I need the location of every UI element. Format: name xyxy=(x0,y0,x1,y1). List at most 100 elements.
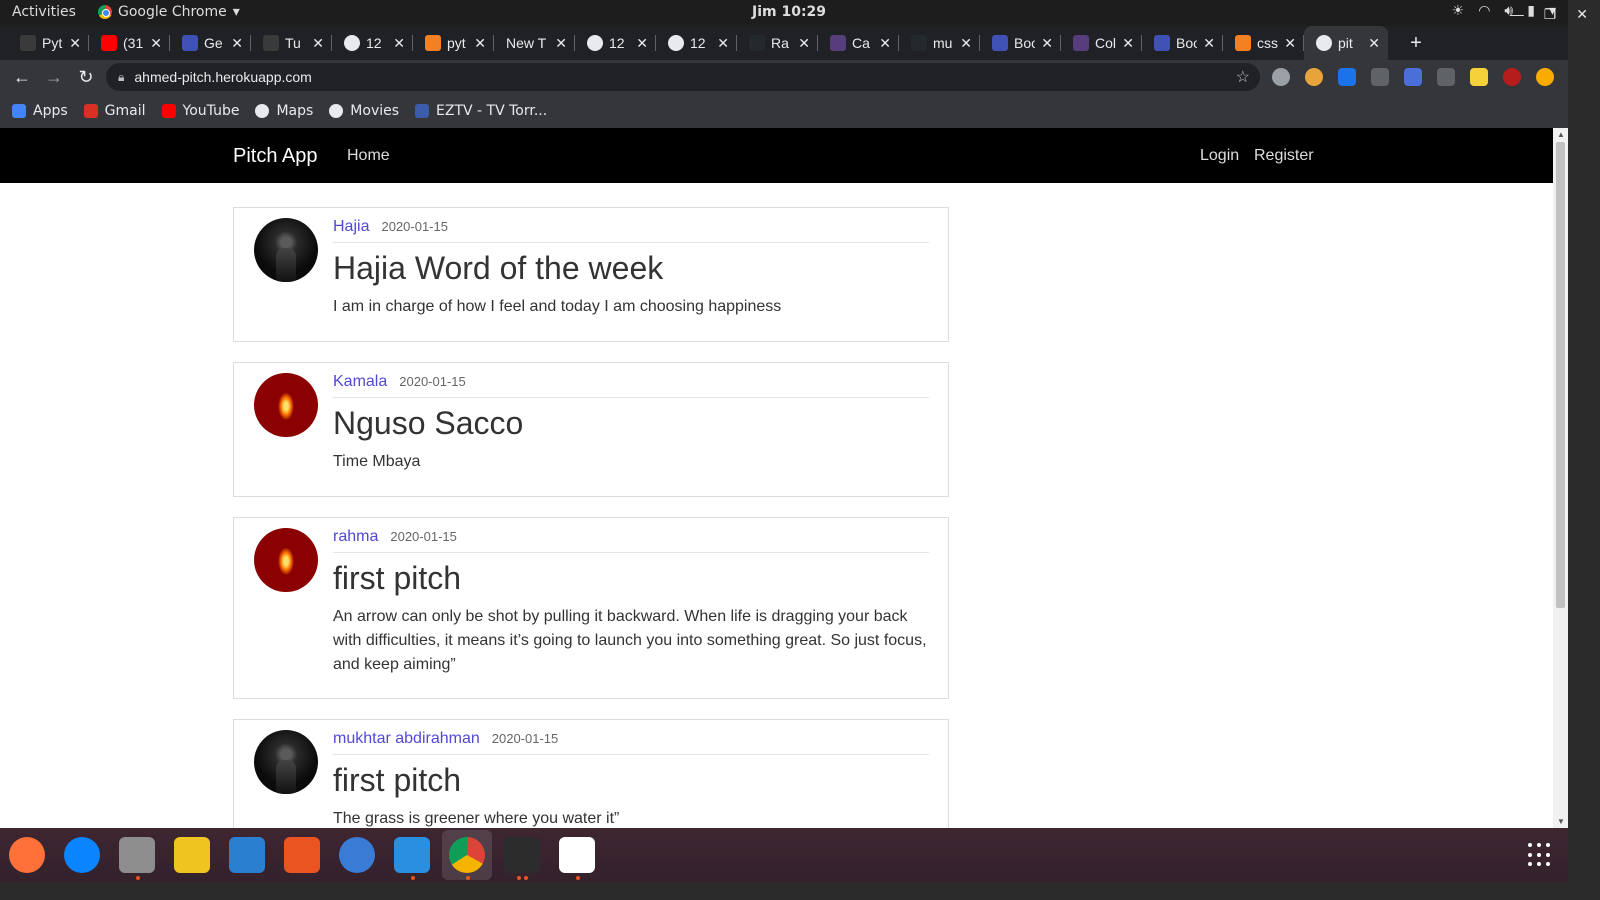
nav-home-link[interactable]: Home xyxy=(347,147,390,165)
tab-close-icon[interactable]: ✕ xyxy=(1284,35,1296,52)
browser-tab[interactable]: Tu ✕ xyxy=(251,26,332,60)
slack-icon[interactable] xyxy=(558,836,596,874)
browser-tab[interactable]: 12 ✕ xyxy=(332,26,413,60)
files-icon[interactable] xyxy=(118,836,156,874)
tab-close-icon[interactable]: ✕ xyxy=(1041,35,1053,52)
author-link[interactable]: Kamala xyxy=(333,373,387,391)
url-text[interactable]: ahmed-pitch.herokuapp.com xyxy=(134,69,311,85)
browser-tab[interactable]: pit ✕ xyxy=(1304,26,1388,60)
activities-button[interactable]: Activities xyxy=(12,4,76,20)
close-icon[interactable]: ✕ xyxy=(1576,6,1588,23)
browser-tab[interactable]: Boots ✕ xyxy=(980,26,1061,60)
github-icon xyxy=(749,35,765,51)
browser-tab[interactable]: pyt ✕ xyxy=(413,26,494,60)
vscode-icon[interactable] xyxy=(393,836,431,874)
show-applications-icon[interactable] xyxy=(1528,843,1552,867)
tab-close-icon[interactable]: ✕ xyxy=(1368,35,1380,52)
extension-icon[interactable] xyxy=(1371,68,1389,86)
bookmark-item[interactable]: Maps xyxy=(255,103,313,119)
weather-icon[interactable]: ☀ xyxy=(1452,3,1465,19)
bookmark-item[interactable]: YouTube xyxy=(161,103,239,119)
python-icon[interactable] xyxy=(1470,68,1488,86)
browser-tab[interactable]: css - B ✕ xyxy=(1223,26,1304,60)
browser-tab[interactable]: 12 ✕ xyxy=(575,26,656,60)
forward-arrow-icon[interactable]: → xyxy=(38,67,70,88)
tab-close-icon[interactable]: ✕ xyxy=(798,35,810,52)
address-bar[interactable]: 🔒︎ ahmed-pitch.herokuapp.com ☆ xyxy=(106,63,1260,91)
tab-close-icon[interactable]: ✕ xyxy=(1122,35,1134,52)
flask-icon xyxy=(20,35,36,51)
minimize-icon[interactable]: — xyxy=(1510,6,1524,23)
tab-close-icon[interactable]: ✕ xyxy=(150,35,162,52)
clock[interactable]: Jim 10:29 xyxy=(752,4,826,20)
tab-close-icon[interactable]: ✕ xyxy=(231,35,243,52)
gmail-icon xyxy=(83,104,98,118)
vscode-icon-glyph xyxy=(394,837,430,873)
scroll-up-icon[interactable]: ▲ xyxy=(1557,130,1565,139)
restore-icon[interactable]: ❐ xyxy=(1544,6,1557,23)
bookmark-item[interactable]: Gmail xyxy=(83,103,146,119)
tab-close-icon[interactable]: ✕ xyxy=(312,35,324,52)
tab-close-icon[interactable]: ✕ xyxy=(717,35,729,52)
translate-icon[interactable] xyxy=(1404,68,1422,86)
tab-close-icon[interactable]: ✕ xyxy=(636,35,648,52)
terminal-icon[interactable] xyxy=(503,836,541,874)
browser-tab[interactable]: Boots ✕ xyxy=(1142,26,1223,60)
youtube-icon xyxy=(161,104,176,118)
extension-icon[interactable] xyxy=(1437,68,1455,86)
tab-close-icon[interactable]: ✕ xyxy=(960,35,972,52)
bookmark-item[interactable]: EZTV - TV Torr... xyxy=(415,103,547,119)
software-center-icon[interactable] xyxy=(283,836,321,874)
update-icon[interactable] xyxy=(1536,68,1554,86)
nav-register-link[interactable]: Register xyxy=(1254,147,1314,165)
back-arrow-icon[interactable]: ← xyxy=(6,67,38,88)
page-scrollbar[interactable]: ▲ ▼ xyxy=(1553,128,1568,828)
thunderbird-icon-glyph xyxy=(64,837,100,873)
browser-tab[interactable]: 12 ✕ xyxy=(656,26,737,60)
author-link[interactable]: mukhtar abdirahman xyxy=(333,730,480,748)
bookmark-star-icon[interactable]: ☆ xyxy=(1236,67,1250,87)
author-link[interactable]: rahma xyxy=(333,528,378,546)
help-icon[interactable] xyxy=(338,836,376,874)
rhythmbox-icon[interactable] xyxy=(173,836,211,874)
tab-close-icon[interactable]: ✕ xyxy=(1203,35,1215,52)
tab-close-icon[interactable]: ✕ xyxy=(393,35,405,52)
scroll-down-icon[interactable]: ▼ xyxy=(1557,817,1565,826)
extension-icon[interactable] xyxy=(1272,68,1290,86)
wifi-icon[interactable]: ◠ xyxy=(1478,3,1490,19)
browser-tab[interactable]: mu ✕ xyxy=(899,26,980,60)
tab-close-icon[interactable]: ✕ xyxy=(879,35,891,52)
browser-tab[interactable]: (31 ✕ xyxy=(89,26,170,60)
tab-close-icon[interactable]: ✕ xyxy=(69,35,81,52)
browser-tab[interactable]: Pyt ✕ xyxy=(8,26,89,60)
nav-login-link[interactable]: Login xyxy=(1200,147,1239,165)
new-tab-icon[interactable]: + xyxy=(1402,32,1430,55)
browser-tab[interactable]: Ca ✕ xyxy=(818,26,899,60)
browser-tab[interactable]: Colors ✕ xyxy=(1061,26,1142,60)
browser-tab[interactable]: Ra ✕ xyxy=(737,26,818,60)
reload-icon[interactable]: ↻ xyxy=(70,67,102,88)
author-link[interactable]: Hajia xyxy=(333,218,369,236)
lock-icon[interactable]: 🔒︎ xyxy=(118,70,124,85)
extension-icon[interactable] xyxy=(1338,68,1356,86)
bookmark-item[interactable]: Movies xyxy=(329,103,399,119)
browser-tab[interactable]: Ge ✕ xyxy=(170,26,251,60)
pitch-card: rahma 2020-01-15 first pitch An arrow can o… xyxy=(233,517,949,699)
tab-close-icon[interactable]: ✕ xyxy=(474,35,486,52)
tab-close-icon[interactable]: ✕ xyxy=(555,35,567,52)
thunderbird-icon[interactable] xyxy=(63,836,101,874)
chrome-icon[interactable] xyxy=(442,830,492,880)
site-brand[interactable]: Pitch App xyxy=(233,145,318,168)
stackoverflow-icon xyxy=(1235,35,1251,51)
firefox-icon[interactable] xyxy=(8,836,46,874)
app-menu[interactable]: Google Chrome ▾ xyxy=(98,4,240,20)
pitch-content: Hajia 2020-01-15 Hajia Word of the week I a… xyxy=(333,218,929,319)
eztv-icon xyxy=(415,104,430,118)
profile-avatar[interactable] xyxy=(1503,68,1521,86)
browser-tab[interactable]: New T ✕ xyxy=(494,26,575,60)
bookmark-item[interactable]: Apps xyxy=(12,103,68,119)
scrollbar-thumb[interactable] xyxy=(1556,142,1565,608)
extension-icon[interactable] xyxy=(1305,68,1323,86)
libreoffice-writer-icon[interactable] xyxy=(228,836,266,874)
pitch-title: first pitch xyxy=(333,762,462,798)
